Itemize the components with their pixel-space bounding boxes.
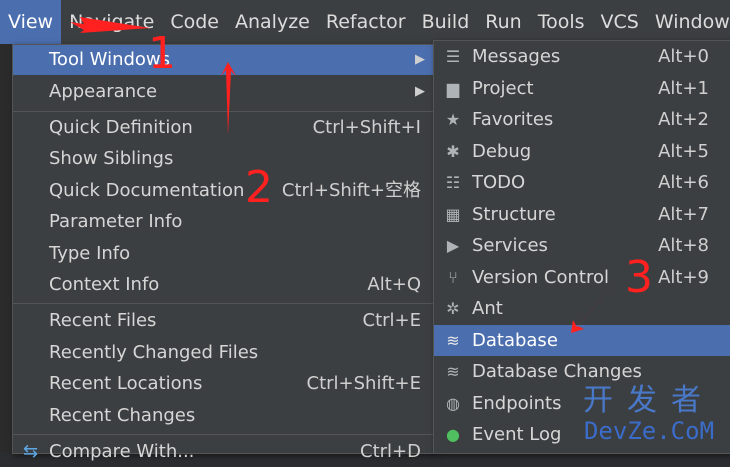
- menu-item-appearance[interactable]: Appearance ▶: [13, 77, 433, 107]
- tool-item-project[interactable]: ▆ Project Alt+1: [434, 73, 730, 104]
- tool-item-structure[interactable]: ▦ Structure Alt+7: [434, 199, 730, 230]
- tool-item-label: Favorites: [472, 109, 554, 130]
- tool-item-shortcut: Alt+1: [658, 78, 709, 99]
- menu-item-label: Show Siblings: [49, 148, 174, 169]
- tool-item-favorites[interactable]: ★ Favorites Alt+2: [434, 104, 730, 135]
- watermark-cn: 开发者: [583, 383, 715, 418]
- menu-tools[interactable]: Tools: [530, 0, 593, 44]
- menu-item-label: Recent Changes: [49, 405, 196, 426]
- menu-item-recent-locations[interactable]: Recent Locations Ctrl+Shift+E: [13, 369, 433, 399]
- annotation-1: 1: [148, 28, 176, 79]
- menu-separator: [13, 111, 433, 112]
- menu-item-label: Quick Definition: [49, 117, 193, 138]
- database-icon: ≋: [446, 362, 460, 381]
- tool-item-shortcut: Alt+2: [658, 109, 709, 130]
- submenu-arrow-icon: ▶: [415, 84, 425, 99]
- tool-item-label: Database: [472, 330, 558, 351]
- menu-bar: View Navigate Code Analyze Refactor Buil…: [0, 0, 730, 44]
- menu-item-shortcut: Ctrl+D: [360, 441, 421, 462]
- annotation-2: 2: [245, 162, 273, 213]
- tool-item-shortcut: Alt+9: [658, 267, 709, 288]
- menu-item-quick-definition[interactable]: Quick Definition Ctrl+Shift+I: [13, 113, 433, 143]
- tool-item-version-control[interactable]: ⑂ Version Control Alt+9: [434, 262, 730, 293]
- tool-item-ant[interactable]: ✲ Ant: [434, 293, 730, 324]
- tool-item-label: Services: [472, 235, 548, 256]
- tool-item-shortcut: Alt+6: [658, 172, 709, 193]
- menu-build[interactable]: Build: [414, 0, 478, 44]
- tool-item-services[interactable]: ▶ Services Alt+8: [434, 230, 730, 261]
- menu-item-shortcut: Ctrl+E: [362, 310, 421, 331]
- menu-item-shortcut: Ctrl+Shift+E: [306, 373, 421, 394]
- menu-analyze[interactable]: Analyze: [227, 0, 318, 44]
- compare-icon: ⇆: [23, 441, 39, 462]
- globe-icon: ◍: [446, 394, 460, 413]
- watermark: 开发者 DevZe.CoM: [570, 383, 728, 445]
- tool-item-label: Ant: [472, 298, 503, 319]
- messages-icon: ☰: [445, 47, 461, 66]
- tool-item-label: Project: [472, 78, 534, 99]
- menu-item-label: Recently Changed Files: [49, 342, 259, 363]
- tool-item-label: Endpoints: [472, 393, 562, 414]
- todo-icon: ☷: [445, 173, 461, 192]
- ant-icon: ✲: [446, 299, 460, 318]
- menu-item-label: Recent Locations: [49, 373, 203, 394]
- menu-window[interactable]: Window: [647, 0, 730, 44]
- menu-item-tool-windows[interactable]: Tool Windows ▶: [13, 45, 433, 75]
- menu-item-label: Type Info: [49, 243, 131, 264]
- menu-item-label: Appearance: [49, 81, 158, 102]
- menu-item-label: Quick Documentation: [49, 180, 245, 201]
- folder-icon: ▆: [446, 79, 460, 98]
- tool-item-label: TODO: [472, 172, 526, 193]
- submenu-arrow-icon: ▶: [415, 52, 425, 67]
- tool-item-shortcut: Alt+0: [658, 46, 709, 67]
- menu-item-label: Parameter Info: [49, 211, 183, 232]
- menu-item-context-info[interactable]: Context Info Alt+Q: [13, 270, 433, 300]
- annotation-3: 3: [625, 252, 653, 303]
- view-menu: Tool Windows ▶ Appearance ▶ Quick Defini…: [12, 44, 434, 462]
- watermark-en: DevZe.CoM: [583, 417, 715, 445]
- tool-item-shortcut: Alt+7: [658, 204, 709, 225]
- menu-item-shortcut: Ctrl+Shift+I: [312, 117, 421, 138]
- structure-icon: ▦: [445, 205, 461, 224]
- tool-item-shortcut: Alt+8: [658, 235, 709, 256]
- star-icon: ★: [445, 110, 461, 129]
- menu-item-recent-changes[interactable]: Recent Changes: [13, 401, 433, 431]
- tool-item-label: Structure: [472, 204, 556, 225]
- menu-item-shortcut: Ctrl+Shift+空格: [281, 180, 421, 201]
- tool-item-label: Database Changes: [472, 361, 642, 382]
- menu-view[interactable]: View: [0, 0, 62, 44]
- tool-item-label: Debug: [472, 141, 532, 162]
- tool-item-debug[interactable]: ✱ Debug Alt+5: [434, 136, 730, 167]
- menu-run[interactable]: Run: [477, 0, 529, 44]
- database-icon: ≋: [446, 331, 460, 350]
- menu-separator: [13, 434, 433, 435]
- tool-item-label: Messages: [472, 46, 561, 67]
- menu-vcs[interactable]: VCS: [593, 0, 647, 44]
- menu-item-compare-with[interactable]: ⇆ Compare With... Ctrl+D: [13, 437, 433, 467]
- play-icon: ▶: [446, 236, 460, 255]
- menu-item-quick-documentation[interactable]: Quick Documentation Ctrl+Shift+空格: [13, 176, 433, 206]
- menu-refactor[interactable]: Refactor: [318, 0, 414, 44]
- menu-item-recently-changed-files[interactable]: Recently Changed Files: [13, 338, 433, 368]
- tool-item-label: Version Control: [472, 267, 609, 288]
- menu-item-label: Recent Files: [49, 310, 157, 331]
- menu-item-shortcut: Alt+Q: [367, 274, 421, 295]
- event-log-icon: ●: [446, 425, 460, 444]
- tool-item-label: Event Log: [472, 424, 562, 445]
- tool-item-todo[interactable]: ☷ TODO Alt+6: [434, 167, 730, 198]
- tool-item-shortcut: Alt+5: [658, 141, 709, 162]
- menu-separator: [13, 303, 433, 304]
- menu-item-type-info[interactable]: Type Info: [13, 239, 433, 269]
- menu-item-label: Context Info: [49, 274, 160, 295]
- menu-item-recent-files[interactable]: Recent Files Ctrl+E: [13, 306, 433, 336]
- branch-icon: ⑂: [448, 268, 458, 287]
- tool-item-messages[interactable]: ☰ Messages Alt+0: [434, 41, 730, 72]
- tool-item-database[interactable]: ≋ Database: [434, 325, 730, 356]
- menu-item-show-siblings[interactable]: Show Siblings: [13, 144, 433, 174]
- menu-item-parameter-info[interactable]: Parameter Info: [13, 207, 433, 237]
- bug-icon: ✱: [446, 142, 460, 161]
